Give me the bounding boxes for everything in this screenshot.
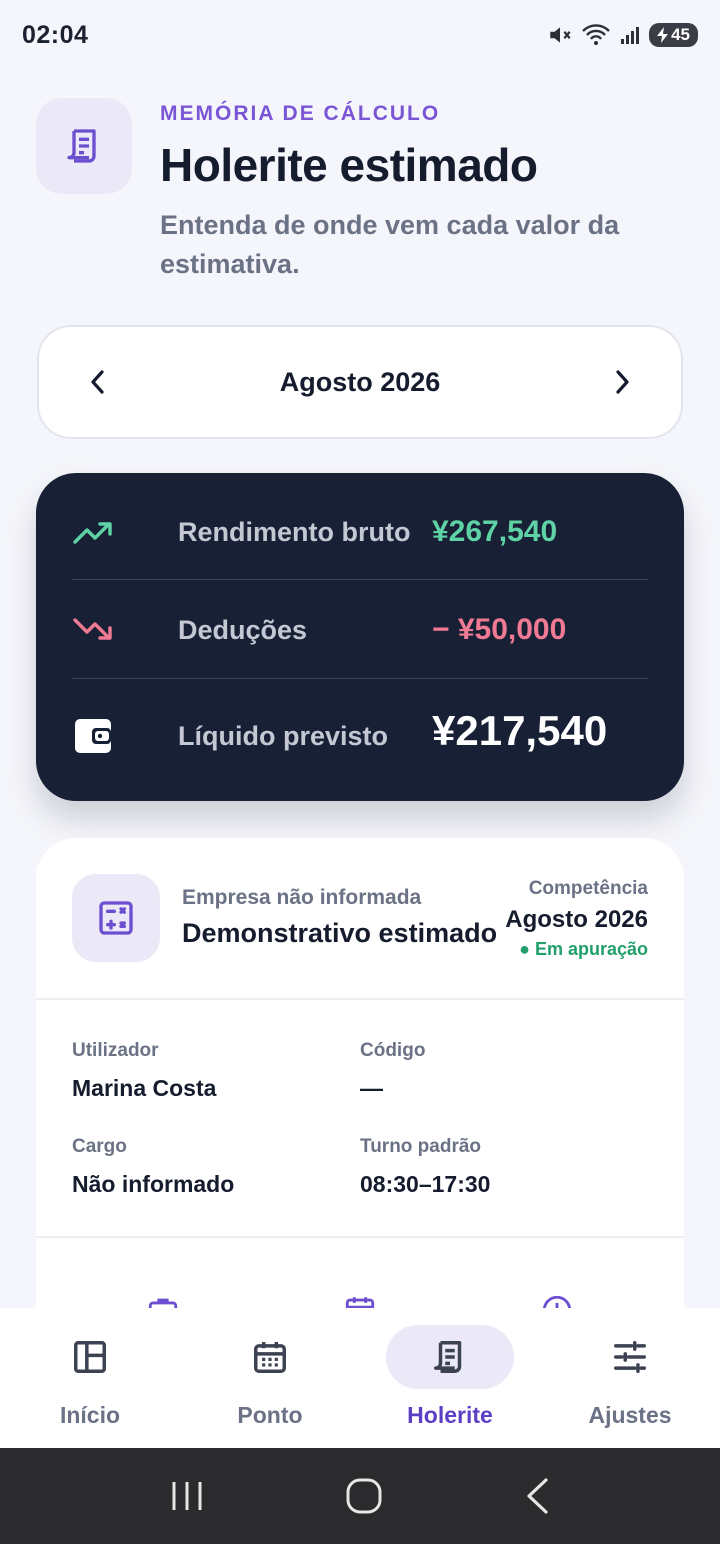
field-label-user: Utilizador [72, 1040, 159, 1061]
nav-item-inicio[interactable]: Início [0, 1308, 180, 1448]
nav-pill-active [386, 1325, 514, 1389]
receipt-icon [67, 129, 96, 163]
home-icon[interactable] [345, 1477, 383, 1515]
calendar-icon [254, 1341, 286, 1373]
nav-label: Holerite [407, 1402, 493, 1428]
battery-indicator: 45 [649, 23, 698, 47]
field-value-shift: 08:30–17:30 [360, 1171, 491, 1197]
header-badge [36, 98, 132, 194]
nav-label: Ajustes [588, 1402, 672, 1428]
nav-item-ponto[interactable]: Ponto [180, 1308, 360, 1448]
system-navigation-bar [0, 1448, 720, 1544]
trending-up-icon [72, 511, 114, 553]
trending-down-icon [72, 609, 114, 651]
nav-pill [566, 1325, 694, 1389]
summary-card: Rendimento bruto ¥267,540 Deduções − ¥50… [36, 473, 684, 801]
wallet-icon [72, 715, 114, 757]
page-title: Holerite estimado [160, 139, 538, 191]
dashboard-icon [74, 1341, 106, 1373]
divider [72, 579, 648, 580]
wifi-icon [582, 24, 610, 45]
deductions-label: Deduções [178, 614, 308, 645]
field-value-user: Marina Costa [72, 1075, 217, 1101]
net-value: ¥217,540 [432, 707, 608, 754]
sliders-icon [614, 1341, 646, 1373]
company-name: Empresa não informada [182, 886, 422, 909]
competence-status: ● Em apuração [519, 939, 648, 959]
battery-level: 45 [671, 25, 690, 44]
nav-label: Início [59, 1402, 121, 1428]
prev-month-button[interactable] [83, 367, 113, 397]
gross-value: ¥267,540 [432, 515, 558, 548]
charging-icon [657, 27, 669, 43]
header-text: MEMÓRIA DE CÁLCULO Holerite estimado Ent… [160, 102, 680, 284]
deductions-value: − ¥50,000 [432, 613, 567, 646]
divider [72, 678, 648, 679]
nav-item-ajustes[interactable]: Ajustes [540, 1308, 720, 1448]
chevron-left-icon [91, 370, 104, 394]
recent-apps-icon[interactable] [170, 1480, 204, 1512]
field-label-role: Cargo [72, 1136, 127, 1157]
month-selector: Agosto 2026 [37, 325, 683, 439]
calculator-icon [99, 901, 133, 935]
status-bar: 02:04 45 [0, 0, 720, 70]
field-value-role: Não informado [72, 1171, 235, 1197]
nav-item-holerite[interactable]: Holerite [360, 1308, 540, 1448]
chevron-right-icon [616, 370, 629, 394]
receipt-icon [434, 1341, 462, 1373]
field-value-code: — [360, 1075, 383, 1101]
status-time: 02:04 [22, 20, 89, 49]
back-icon[interactable] [524, 1477, 550, 1515]
gross-row: Rendimento bruto ¥267,540 [72, 511, 648, 553]
divider [36, 1236, 684, 1238]
month-label: Agosto 2026 [279, 366, 441, 397]
nav-pill [26, 1325, 154, 1389]
nav-pill [206, 1325, 334, 1389]
page-subtitle: Entenda de onde vem cada valor da estima… [160, 210, 620, 279]
deductions-row: Deduções − ¥50,000 [72, 609, 648, 651]
bottom-navigation: Início Ponto Holerite Ajustes [0, 1308, 720, 1448]
status-icons: 45 [547, 22, 698, 48]
divider [36, 998, 684, 1000]
document-title: Demonstrativo estimado [182, 918, 498, 948]
calculator-badge [72, 874, 160, 962]
net-label: Líquido previsto [178, 720, 389, 751]
next-month-button[interactable] [607, 367, 637, 397]
mute-icon [550, 27, 571, 43]
field-label-code: Código [360, 1040, 426, 1061]
competence-label: Competência [528, 878, 648, 899]
gross-label: Rendimento bruto [178, 516, 411, 547]
net-row: Líquido previsto ¥217,540 [72, 707, 648, 759]
field-label-shift: Turno padrão [360, 1136, 482, 1157]
signal-icon [621, 27, 640, 44]
nav-label: Ponto [237, 1402, 303, 1428]
competence-value: Agosto 2026 [505, 906, 648, 933]
payslip-detail-card: Empresa não informada Demonstrativo esti… [36, 838, 684, 1358]
page-eyebrow: MEMÓRIA DE CÁLCULO [160, 102, 441, 125]
